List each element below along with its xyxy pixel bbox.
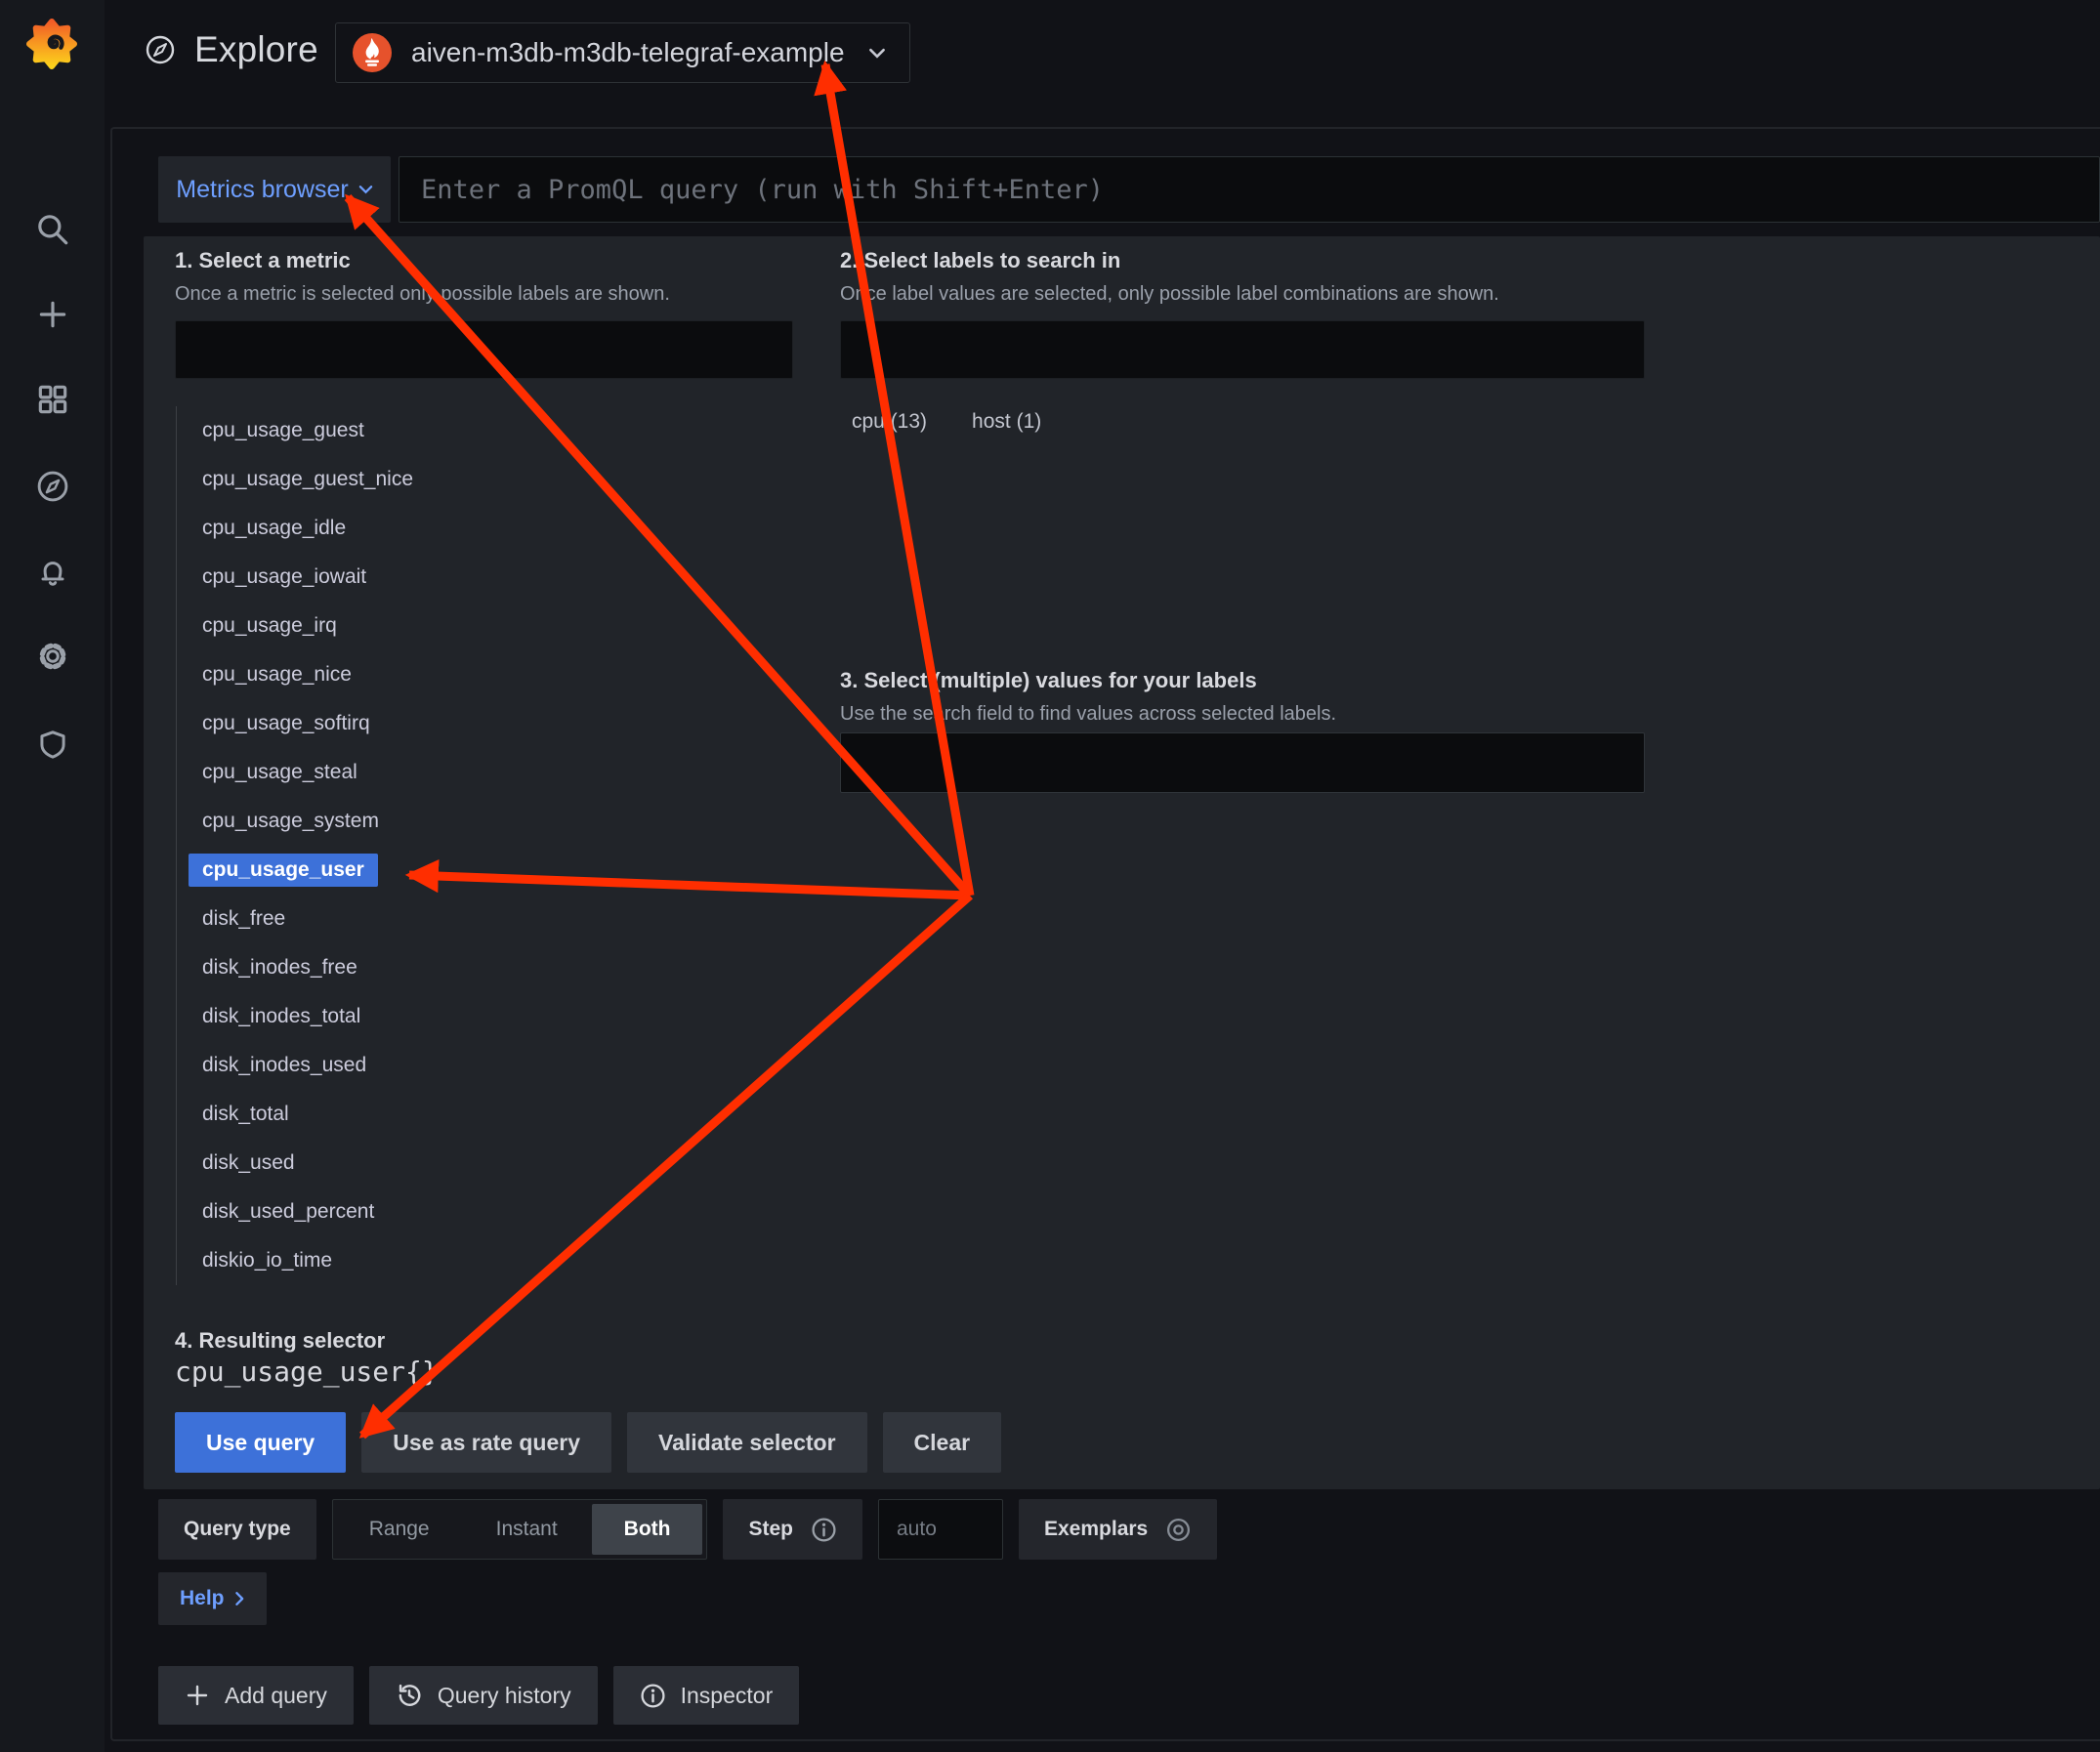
- metric-list: cpu_usage_guest cpu_usage_guest_nice cpu_u…: [176, 406, 782, 1285]
- metric-list-item[interactable]: cpu_usage_softirq: [177, 699, 782, 748]
- query-history-label: Query history: [437, 1682, 571, 1708]
- sidebar-admin-shield-icon[interactable]: [0, 716, 105, 774]
- step-chip: Step: [723, 1499, 862, 1560]
- sidebar-dashboards-icon[interactable]: [0, 370, 105, 429]
- metric-list-item[interactable]: disk_used: [177, 1139, 782, 1188]
- selector-actions: Use query Use as rate query Validate sel…: [175, 1412, 1002, 1473]
- query-mode-range[interactable]: Range: [337, 1504, 462, 1555]
- metrics-browser-panel: 1. Select a metric Once a metric is sele…: [144, 236, 2100, 1489]
- info-icon[interactable]: [811, 1517, 837, 1543]
- query-options-row: Query type RangeInstantBoth Step Exempla…: [158, 1499, 1218, 1560]
- chevron-down-icon: [869, 48, 885, 59]
- history-icon: [399, 1684, 421, 1706]
- label-chip-row: cpu (13) host (1): [850, 404, 1043, 439]
- use-query-button[interactable]: Use query: [175, 1412, 347, 1473]
- resulting-selector: cpu_usage_user{}: [175, 1356, 439, 1388]
- datasource-picker[interactable]: aiven-m3db-m3db-telegraf-example: [335, 22, 910, 83]
- inspector-button[interactable]: Inspector: [612, 1666, 800, 1725]
- step2-title: 2. Select labels to search in: [840, 248, 1121, 272]
- add-query-label: Add query: [225, 1682, 327, 1708]
- query-editor-card: Metrics browser 1. Select a metric Once …: [110, 127, 2100, 1741]
- query-type-chip: Query type: [158, 1499, 316, 1560]
- info-icon: [641, 1683, 665, 1708]
- step1-description: Once a metric is selected only possible …: [175, 283, 670, 305]
- sidebar: [0, 0, 105, 1752]
- datasource-name: aiven-m3db-m3db-telegraf-example: [411, 37, 845, 67]
- metric-search-input[interactable]: [175, 320, 793, 379]
- query-history-button[interactable]: Query history: [368, 1666, 598, 1725]
- query-mode-instant[interactable]: Instant: [464, 1504, 590, 1555]
- step3-title: 3. Select (multiple) values for your lab…: [840, 668, 1257, 692]
- metric-list-item[interactable]: disk_inodes_total: [177, 992, 782, 1041]
- inspector-label: Inspector: [680, 1682, 774, 1708]
- grafana-logo[interactable]: [26, 16, 77, 70]
- metrics-browser-toggle[interactable]: Metrics browser: [158, 156, 391, 223]
- help-link[interactable]: Help: [158, 1572, 267, 1625]
- metric-list-item[interactable]: disk_total: [177, 1090, 782, 1139]
- step2-description: Once label values are selected, only pos…: [840, 283, 1499, 305]
- metric-list-item[interactable]: cpu_usage_guest: [177, 406, 782, 455]
- grafana-explore-page: Explore aiven-m3db-m3db-telegraf-example…: [0, 0, 2100, 1752]
- metric-list-item[interactable]: cpu_usage_nice: [177, 650, 782, 699]
- metric-list-item[interactable]: cpu_usage_guest_nice: [177, 455, 782, 504]
- clear-button[interactable]: Clear: [882, 1412, 1002, 1473]
- exemplars-label: Exemplars: [1044, 1518, 1149, 1540]
- chevron-right-icon: [234, 1592, 243, 1606]
- sidebar-configuration-gear-icon[interactable]: [0, 627, 105, 686]
- sidebar-explore-icon[interactable]: [0, 457, 105, 516]
- metric-list-item[interactable]: disk_used_percent: [177, 1188, 782, 1236]
- use-as-rate-query-button[interactable]: Use as rate query: [361, 1412, 611, 1473]
- step1-title: 1. Select a metric: [175, 248, 351, 272]
- selected-metric: cpu_usage_user: [189, 854, 378, 887]
- exemplars-toggle-icon[interactable]: [1165, 1517, 1192, 1543]
- explore-compass-icon: [146, 35, 175, 64]
- label-values-search-input[interactable]: [840, 732, 1645, 793]
- chevron-down-icon: [358, 186, 372, 194]
- step-value-input[interactable]: [878, 1499, 1003, 1560]
- promql-query-input[interactable]: [399, 156, 2100, 223]
- step4-title: 4. Resulting selector: [175, 1328, 386, 1353]
- label-chip[interactable]: host (1): [970, 404, 1043, 439]
- label-chip[interactable]: cpu (13): [850, 404, 929, 439]
- metric-list-item[interactable]: cpu_usage_user: [177, 846, 782, 895]
- sidebar-add-icon[interactable]: [0, 285, 105, 344]
- metric-list-item[interactable]: cpu_usage_iowait: [177, 553, 782, 602]
- add-query-button[interactable]: Add query: [158, 1666, 354, 1725]
- validate-selector-button[interactable]: Validate selector: [627, 1412, 867, 1473]
- sidebar-search-icon[interactable]: [0, 200, 105, 259]
- metrics-browser-label: Metrics browser: [176, 175, 349, 203]
- step-label: Step: [748, 1518, 793, 1540]
- query-type-label: Query type: [184, 1518, 291, 1540]
- query-footer-row: Add query Query history Inspector: [158, 1666, 800, 1725]
- page-title: Explore: [194, 29, 318, 69]
- metric-list-item[interactable]: diskio_io_time: [177, 1236, 782, 1285]
- metric-list-item[interactable]: cpu_usage_idle: [177, 504, 782, 553]
- explore-header: Explore: [143, 29, 318, 70]
- metric-list-item[interactable]: cpu_usage_irq: [177, 602, 782, 650]
- metric-list-item[interactable]: cpu_usage_steal: [177, 748, 782, 797]
- sidebar-alerting-bell-icon[interactable]: [0, 542, 105, 601]
- query-mode-both[interactable]: Both: [591, 1504, 703, 1555]
- plus-icon: [187, 1685, 208, 1706]
- step3-description: Use the search field to find values acro…: [840, 703, 1337, 725]
- metric-list-item[interactable]: disk_free: [177, 895, 782, 943]
- label-search-input[interactable]: [840, 320, 1645, 379]
- metric-list-item[interactable]: disk_inodes_used: [177, 1041, 782, 1090]
- help-label: Help: [180, 1587, 225, 1609]
- metric-list-item[interactable]: cpu_usage_system: [177, 797, 782, 846]
- exemplars-chip: Exemplars: [1019, 1499, 1218, 1560]
- query-mode-segmented: Range Instant Both: [331, 1499, 708, 1560]
- prometheus-icon: [353, 33, 392, 72]
- metric-list-item[interactable]: disk_inodes_free: [177, 943, 782, 992]
